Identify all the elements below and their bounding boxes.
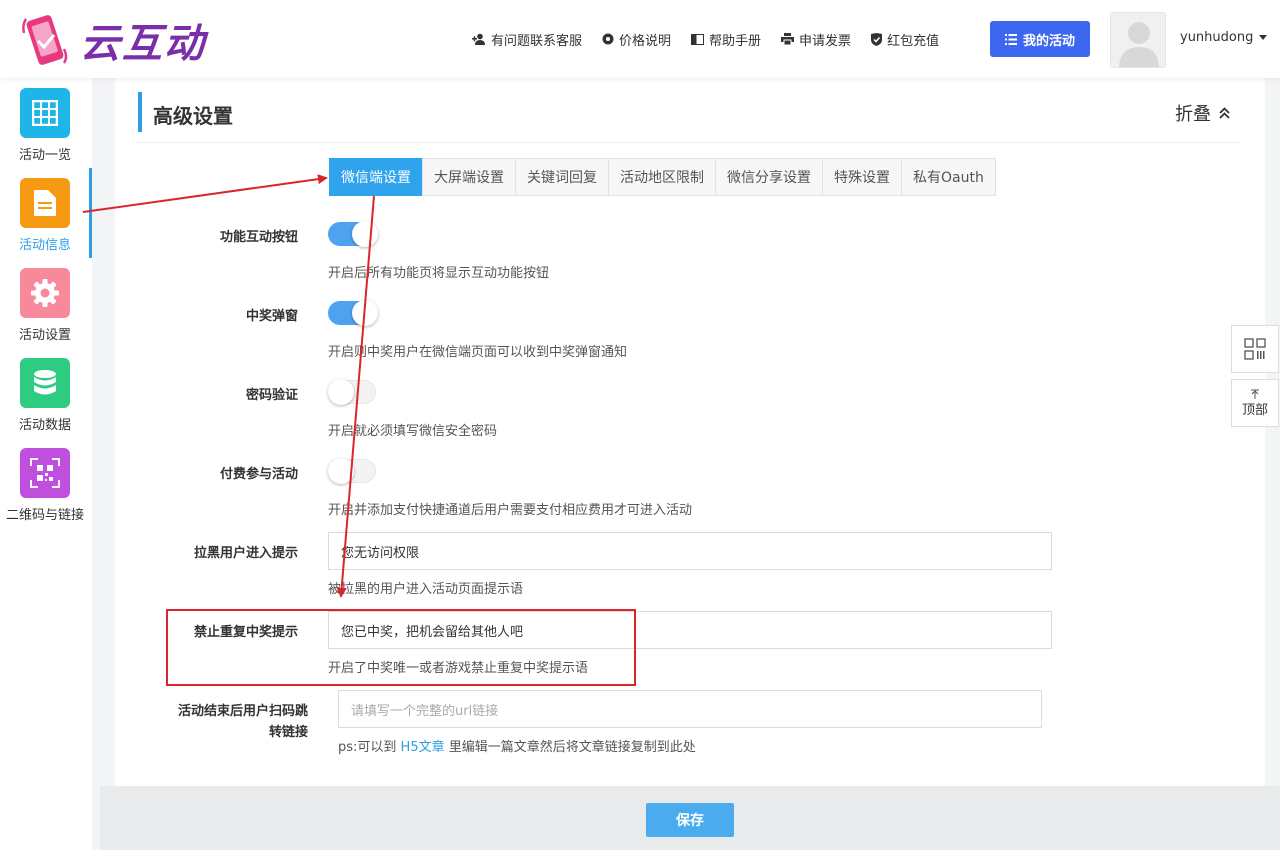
username: yunhudong: [1180, 30, 1254, 45]
list-icon: [1004, 33, 1017, 45]
user-menu[interactable]: yunhudong: [1180, 30, 1268, 45]
redirect-hint-suffix: 里编辑一篇文章然后将文章链接复制到此处: [448, 740, 696, 755]
qrcode-icon: [1244, 338, 1266, 360]
redirect-hint-prefix: ps:可以到: [338, 740, 397, 755]
back-to-top-button[interactable]: 顶部: [1231, 379, 1279, 427]
shield-check-icon: [871, 32, 883, 46]
blacklist-label: 拉黑用户进入提示: [193, 546, 298, 561]
interact-button-label: 功能互动按钮: [219, 230, 298, 245]
win-popup-label: 中奖弹窗: [245, 309, 298, 324]
nav-label: 帮助手册: [709, 33, 762, 49]
book-icon: [691, 33, 705, 45]
grid-icon: [20, 88, 70, 138]
sidebar-item-label: 活动设置: [18, 328, 71, 343]
nav-label: 申请发票: [799, 33, 852, 49]
nav-help-manual[interactable]: 帮助手册: [691, 30, 761, 49]
sidebar-item-qrcode-link[interactable]: 二维码与链接: [0, 438, 92, 528]
redirect-label-line1: 活动结束后用户扫码跳: [177, 704, 308, 719]
my-activity-button[interactable]: 我的活动: [990, 21, 1090, 57]
nav-label: 红包充值: [887, 33, 940, 49]
redirect-url-input[interactable]: 请填写一个完整的url链接: [338, 690, 1042, 728]
caret-down-icon: [1259, 35, 1268, 40]
password-label: 密码验证: [245, 388, 298, 403]
nav-recharge[interactable]: 红包充值: [871, 30, 939, 49]
fold-toggle[interactable]: 折叠: [1175, 100, 1230, 126]
redirect-label-line2: 转链接: [268, 725, 308, 740]
blacklist-hint: 被拉黑的用户进入活动页面提示语: [328, 582, 524, 597]
my-activity-label: 我的活动: [1022, 33, 1075, 49]
sidebar-item-activity-settings[interactable]: 活动设置: [0, 258, 92, 348]
toggle-knob: [328, 379, 354, 405]
password-hint: 开启就必须填写微信安全密码: [328, 424, 498, 439]
printer-icon: [781, 33, 795, 45]
interact-button-toggle[interactable]: [328, 221, 378, 247]
paid-label: 付费参与活动: [219, 467, 298, 482]
paid-toggle[interactable]: [328, 458, 376, 484]
title-accent-bar: [138, 92, 142, 132]
tab-region-limit[interactable]: 活动地区限制: [608, 158, 716, 196]
paid-hint: 开启并添加支付快捷通道后用户需要支付相应费用才可进入活动: [328, 503, 693, 518]
floating-qrcode-button[interactable]: [1231, 325, 1279, 373]
back-to-top-label: 顶部: [1241, 402, 1268, 418]
phone-logo-icon: [20, 13, 70, 67]
redirect-hint: ps:可以到 H5文章 里编辑一篇文章然后将文章链接复制到此处: [338, 736, 696, 755]
password-toggle[interactable]: [328, 379, 376, 405]
logo[interactable]: 云互动: [20, 10, 230, 70]
tab-special[interactable]: 特殊设置: [822, 158, 902, 196]
sidebar-item-label: 活动一览: [18, 148, 71, 163]
fold-label: 折叠: [1175, 104, 1211, 125]
nav-label: 有问题联系客服: [491, 33, 583, 49]
toggle-knob: [352, 221, 378, 247]
sidebar-item-label: 活动信息: [18, 238, 71, 253]
tab-wechat[interactable]: 微信端设置: [329, 158, 423, 196]
avatar[interactable]: [1110, 12, 1166, 68]
blacklist-input[interactable]: 您无访问权限: [328, 532, 1052, 570]
win-popup-toggle[interactable]: [328, 300, 378, 326]
add-user-icon: [472, 33, 485, 45]
divider: [135, 142, 1240, 143]
toggle-knob: [352, 300, 378, 326]
tab-big-screen[interactable]: 大屏端设置: [422, 158, 516, 196]
h5-article-link[interactable]: H5文章: [401, 740, 445, 755]
tab-keyword-reply[interactable]: 关键词回复: [515, 158, 609, 196]
sidebar-item-label: 二维码与链接: [5, 508, 84, 523]
nav-customer-service[interactable]: 有问题联系客服: [472, 30, 582, 49]
win-popup-hint: 开启则中奖用户在微信端页面可以收到中奖弹窗通知: [328, 345, 628, 360]
sidebar: 活动一览 活动信息 活动设置 活动数据 二维码与链接: [0, 78, 92, 850]
gear-icon: [20, 268, 70, 318]
tab-private-oauth[interactable]: 私有Oauth: [901, 158, 996, 196]
sidebar-item-activity-data[interactable]: 活动数据: [0, 348, 92, 438]
top-header: 云互动 有问题联系客服 价格说明 帮助手册 申请发票 红包充值 我的活动 yun: [0, 0, 1280, 78]
interact-button-hint: 开启后所有功能页将显示互动功能按钮: [328, 266, 550, 281]
toggle-knob: [328, 458, 354, 484]
settings-tabs: 微信端设置 大屏端设置 关键词回复 活动地区限制 微信分享设置 特殊设置 私有O…: [329, 158, 996, 196]
nav-pricing[interactable]: 价格说明: [602, 30, 671, 49]
sidebar-item-activity-list[interactable]: 活动一览: [0, 78, 92, 168]
annotation-highlight-box: [166, 609, 636, 686]
document-icon: [20, 178, 70, 228]
database-icon: [20, 358, 70, 408]
gear-icon: [602, 33, 614, 45]
sidebar-item-activity-info[interactable]: 活动信息: [0, 168, 92, 258]
arrow-up-icon: [1251, 389, 1259, 399]
tab-wechat-share[interactable]: 微信分享设置: [715, 158, 823, 196]
logo-text: 云互动: [80, 20, 206, 67]
top-nav: 有问题联系客服 价格说明 帮助手册 申请发票 红包充值: [472, 22, 959, 56]
save-button[interactable]: 保存: [646, 803, 734, 837]
qrcode-icon: [20, 448, 70, 498]
page-title: 高级设置: [153, 104, 233, 128]
nav-invoice[interactable]: 申请发票: [781, 30, 851, 49]
nav-label: 价格说明: [619, 33, 672, 49]
sidebar-item-label: 活动数据: [18, 418, 71, 433]
chevron-double-up-icon: [1219, 107, 1230, 119]
